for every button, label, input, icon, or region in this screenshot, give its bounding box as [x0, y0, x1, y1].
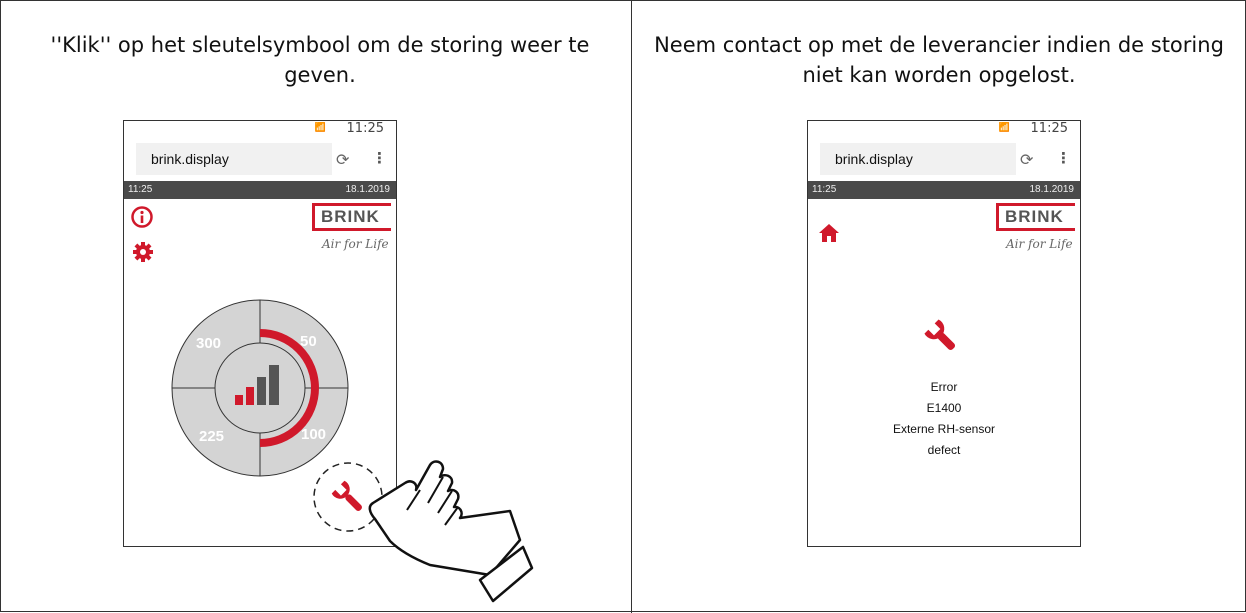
bar-date: 18.1.2019: [345, 184, 391, 195]
bar-date: 18.1.2019: [1029, 184, 1075, 195]
tap-hint-overlay: [313, 460, 534, 603]
brink-logo: BRINK Air for Life: [312, 203, 392, 251]
menu-dots-icon[interactable]: ⋮: [1056, 149, 1071, 167]
status-time: 11:25: [346, 121, 384, 136]
url-text: brink.display: [835, 151, 913, 167]
hand-pointer-icon: [368, 460, 522, 577]
signal-icon: 📶: [998, 123, 1010, 133]
error-state: defect: [927, 443, 961, 457]
status-bar: 📶 11:25: [808, 121, 1080, 139]
home-icon[interactable]: [818, 223, 840, 243]
left-caption: ''Klik'' op het sleutelsymbool om de sto…: [50, 33, 590, 87]
browser-bar: brink.display ⟳ ⋮: [124, 141, 396, 179]
right-caption: Neem contact op met de leverancier indie…: [654, 33, 1224, 87]
signal-icon: 📶: [314, 123, 326, 133]
reload-icon[interactable]: ⟳: [1020, 150, 1033, 169]
menu-dots-icon[interactable]: ⋮: [372, 149, 387, 167]
url-field[interactable]: brink.display: [136, 143, 332, 175]
status-time: 11:25: [1030, 121, 1068, 136]
fan-speed-dial[interactable]: [171, 299, 349, 477]
url-field[interactable]: brink.display: [820, 143, 1016, 175]
wrench-icon: [924, 319, 956, 351]
url-text: brink.display: [151, 151, 229, 167]
info-bar: 11:25 18.1.2019: [124, 181, 396, 199]
dial-label-50[interactable]: 50: [300, 333, 317, 350]
column-divider: [631, 0, 632, 613]
info-bar: 11:25 18.1.2019: [808, 181, 1080, 199]
error-title: Error: [930, 380, 958, 394]
gear-icon[interactable]: [132, 241, 154, 263]
bar-time: 11:25: [128, 184, 153, 195]
phone-screen-error: 📶 11:25 brink.display ⟳ ⋮ 11:25 18.1.201…: [807, 120, 1081, 547]
brink-logo: BRINK Air for Life: [996, 203, 1076, 251]
dial-label-225[interactable]: 225: [199, 428, 224, 445]
dial-label-100[interactable]: 100: [301, 426, 326, 443]
error-description: Externe RH-sensor: [892, 422, 996, 436]
status-bar: 📶 11:25: [124, 121, 396, 139]
reload-icon[interactable]: ⟳: [336, 150, 349, 169]
browser-bar: brink.display ⟳ ⋮: [808, 141, 1080, 179]
dial-label-300[interactable]: 300: [196, 335, 221, 352]
info-icon[interactable]: [130, 205, 154, 229]
error-code: E1400: [926, 401, 962, 415]
bar-time: 11:25: [812, 184, 837, 195]
error-message: Error E1400 Externe RH-sensor defect: [808, 377, 1080, 461]
